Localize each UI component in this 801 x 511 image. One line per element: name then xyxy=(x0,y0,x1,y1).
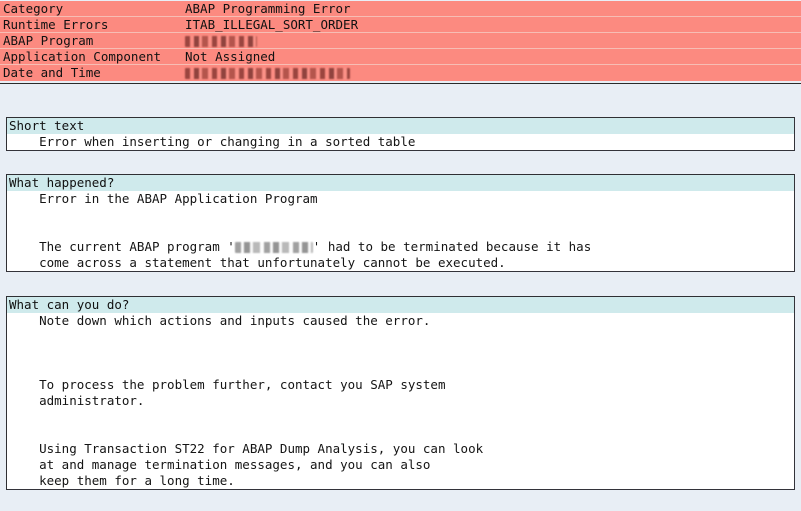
header-label-category: Category xyxy=(3,1,64,16)
short-text-line: Error when inserting or changing in a so… xyxy=(9,134,416,149)
spacer-after-short-text xyxy=(0,151,801,174)
what-can-you-do-line-4: Using Transaction ST22 for ABAP Dump Ana… xyxy=(9,441,484,456)
what-can-you-do-line-2: To process the problem further, contact … xyxy=(9,377,446,392)
what-can-you-do-line-5: at and manage termination messages, and … xyxy=(9,457,431,472)
redacted-date-time xyxy=(185,68,350,79)
what-can-you-do-blank-1 xyxy=(7,329,794,345)
panel-what-can-you-do: What can you do? Note down which actions… xyxy=(6,296,795,490)
panel-title-what-happened: What happened? xyxy=(7,175,794,191)
panel-body-what-happened: Error in the ABAP Application Program Th… xyxy=(7,191,794,271)
panel-title-what-can-you-do: What can you do? xyxy=(7,297,794,313)
header-value-category: ABAP Programming Error xyxy=(185,1,351,16)
what-can-you-do-blank-4 xyxy=(7,409,794,425)
what-happened-blank-2 xyxy=(7,223,794,239)
what-happened-line-redacted: The current ABAP program ' ' had to be te… xyxy=(7,239,794,255)
what-happened-line-1: Error in the ABAP Application Program xyxy=(9,191,318,206)
what-happened-blank-1 xyxy=(7,207,794,223)
what-can-you-do-line-1: Note down which actions and inputs cause… xyxy=(9,313,431,328)
redacted-program-name xyxy=(185,36,257,47)
what-happened-text-suffix: ' had to be terminated because it has xyxy=(312,239,592,254)
what-can-you-do-blank-2 xyxy=(7,345,794,361)
header-row-application-component: Application Component Not Assigned xyxy=(0,49,801,65)
header-label-application-component: Application Component xyxy=(3,49,162,64)
header-label-date-and-time: Date and Time xyxy=(3,65,101,80)
header-label-runtime-errors: Runtime Errors xyxy=(3,17,109,32)
panel-what-happened: What happened? Error in the ABAP Applica… xyxy=(6,174,795,272)
header-value-application-component: Not Assigned xyxy=(185,49,276,64)
what-happened-line-last: come across a statement that unfortunate… xyxy=(9,255,506,270)
spacer-after-header xyxy=(0,84,801,117)
header-value-date-and-time xyxy=(185,65,801,81)
header-row-category: Category ABAP Programming Error xyxy=(0,1,801,17)
header-row-runtime-errors: Runtime Errors ITAB_ILLEGAL_SORT_ORDER xyxy=(0,17,801,33)
header-row-date-and-time: Date and Time xyxy=(0,65,801,81)
spacer-after-what-happened xyxy=(0,272,801,296)
panel-title-short-text: Short text xyxy=(7,118,794,134)
what-can-you-do-blank-5 xyxy=(7,425,794,441)
header-value-abap-program xyxy=(185,33,801,48)
dump-header-summary: Category ABAP Programming Error Runtime … xyxy=(0,0,801,81)
what-can-you-do-line-3: administrator. xyxy=(9,393,145,408)
panel-body-what-can-you-do: Note down which actions and inputs cause… xyxy=(7,313,794,489)
panel-short-text: Short text Error when inserting or chang… xyxy=(6,117,795,151)
what-happened-text-prefix: The current ABAP program ' xyxy=(9,239,235,254)
header-label-abap-program: ABAP Program xyxy=(3,33,94,48)
header-value-runtime-errors: ITAB_ILLEGAL_SORT_ORDER xyxy=(185,17,359,32)
header-row-abap-program: ABAP Program xyxy=(0,33,801,49)
redacted-inline-program-name xyxy=(234,242,313,253)
panel-body-short-text: Error when inserting or changing in a so… xyxy=(7,134,794,150)
what-can-you-do-line-6: keep them for a long time. xyxy=(9,473,235,488)
what-can-you-do-blank-3 xyxy=(7,361,794,377)
